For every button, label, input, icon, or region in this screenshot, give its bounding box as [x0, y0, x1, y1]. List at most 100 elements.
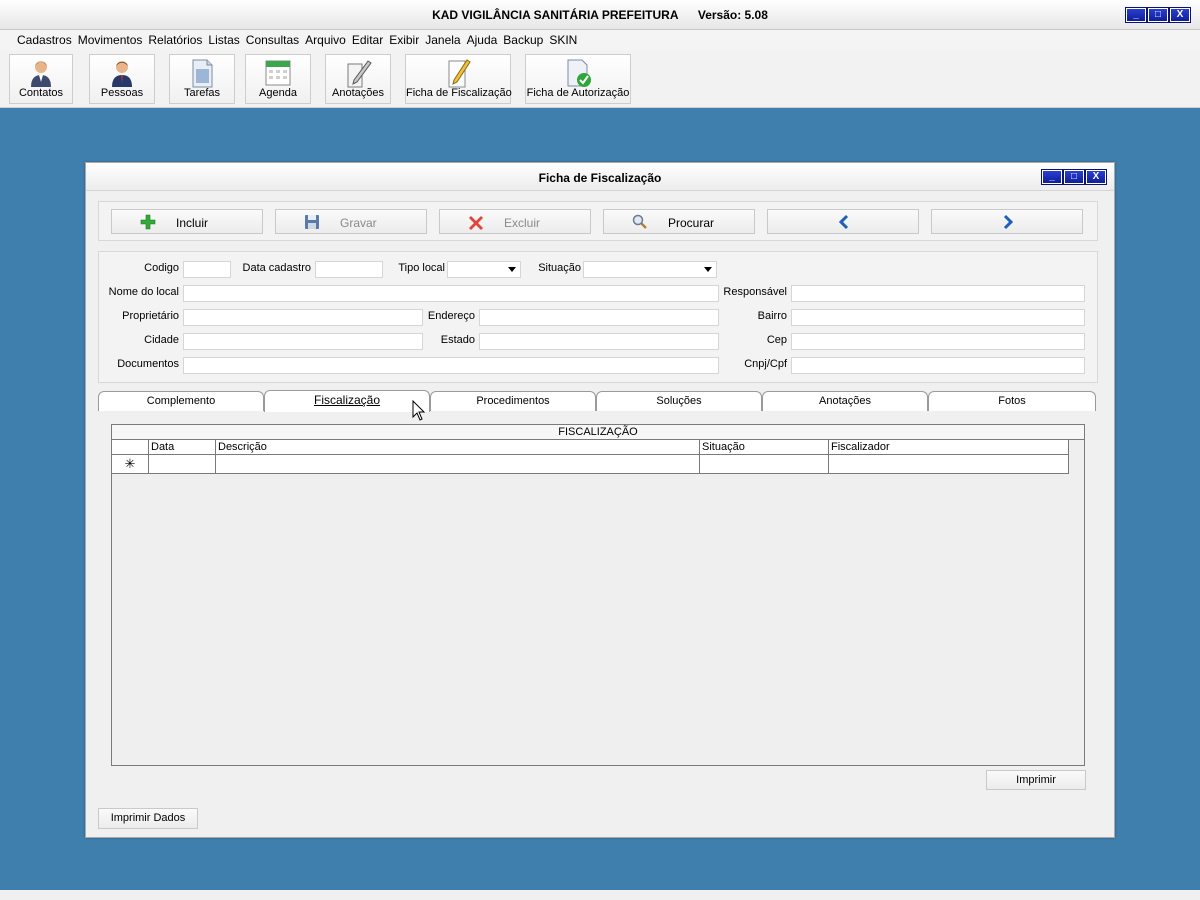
incluir-button[interactable]: Incluir [111, 209, 263, 234]
menu-movimentos[interactable]: Movimentos [75, 33, 146, 47]
fiscalizacao-grid[interactable]: FISCALIZAÇÃO Data Descrição Situação Fis… [111, 424, 1085, 766]
child-maximize-button[interactable]: □ [1063, 169, 1085, 185]
toolbar-tarefas-button[interactable]: Tarefas [169, 54, 235, 104]
authorization-form-icon [567, 59, 591, 87]
toolbar-agenda-label: Agenda [259, 87, 297, 99]
app-window-controls: _ □ X [1125, 7, 1191, 23]
grid-header-situacao[interactable]: Situação [700, 440, 829, 455]
previous-record-button[interactable] [767, 209, 919, 234]
cnpj-cpf-label: Cnpj/Cpf [744, 358, 787, 370]
app-version: Versão: 5.08 [697, 8, 768, 22]
menu-cadastros[interactable]: Cadastros [14, 33, 75, 47]
tab-fotos[interactable]: Fotos [928, 391, 1096, 411]
app-maximize-button[interactable]: □ [1147, 7, 1169, 23]
documentos-field[interactable] [183, 357, 719, 374]
child-minimize-button[interactable]: _ [1041, 169, 1063, 185]
menu-ajuda[interactable]: Ajuda [464, 33, 501, 47]
menu-skin[interactable]: SKIN [546, 33, 580, 47]
toolbar-anotacoes-button[interactable]: Anotações [325, 54, 391, 104]
cidade-label: Cidade [144, 334, 179, 346]
cep-label: Cep [766, 334, 787, 346]
grid-header-descricao[interactable]: Descrição [216, 440, 700, 455]
excluir-label: Excluir [504, 216, 541, 230]
endereco-field[interactable] [479, 309, 719, 326]
grid-header-fiscalizador[interactable]: Fiscalizador [829, 440, 1069, 455]
toolbar-contatos-button[interactable]: Contatos [9, 54, 73, 104]
toolbar-ficha-fiscalizacao-button[interactable]: Ficha de Fiscalização [405, 54, 512, 104]
dropdown-arrow-icon[interactable] [506, 264, 518, 275]
new-row-marker: ✳ [112, 455, 149, 474]
new-row-descricao-cell[interactable] [216, 455, 700, 474]
child-window-controls: _ □ X [1041, 169, 1107, 185]
menu-janela[interactable]: Janela [422, 33, 463, 47]
status-strip [0, 890, 1200, 900]
tab-procedimentos[interactable]: Procedimentos [430, 391, 596, 411]
grid-caption: FISCALIZAÇÃO [112, 425, 1084, 440]
procurar-button[interactable]: Procurar [603, 209, 755, 234]
menu-editar[interactable]: Editar [349, 33, 386, 47]
nome-local-field[interactable] [183, 285, 719, 302]
toolbar-pessoas-label: Pessoas [100, 87, 144, 99]
app-close-button[interactable]: X [1169, 7, 1191, 23]
chevron-left-icon [838, 214, 849, 230]
tab-complemento[interactable]: Complemento [98, 391, 264, 411]
menu-arquivo[interactable]: Arquivo [302, 33, 349, 47]
next-record-button[interactable] [931, 209, 1083, 234]
toolbar-agenda-button[interactable]: Agenda [245, 54, 311, 104]
gravar-button[interactable]: Gravar [275, 209, 427, 234]
tipo-local-select[interactable] [447, 261, 521, 278]
menu-consultas[interactable]: Consultas [243, 33, 302, 47]
fiscalizacao-tab-panel: FISCALIZAÇÃO Data Descrição Situação Fis… [98, 412, 1098, 797]
procurar-label: Procurar [668, 216, 715, 230]
bairro-label: Bairro [757, 310, 787, 322]
new-row-fiscalizador-cell[interactable] [829, 455, 1069, 474]
calendar-icon [265, 60, 291, 86]
new-row-data-cell[interactable] [149, 455, 216, 474]
notes-pencil-icon [347, 60, 372, 88]
ficha-fiscalizacao-window: Ficha de Fiscalização _ □ X Incluir Grav… [85, 162, 1115, 838]
data-cadastro-field[interactable] [315, 261, 383, 278]
chevron-right-icon [1003, 214, 1014, 230]
excluir-button[interactable]: Excluir [439, 209, 591, 234]
app-minimize-button[interactable]: _ [1125, 7, 1147, 23]
nome-local-label: Nome do local [108, 286, 179, 298]
app-titlebar: KAD VIGILÂNCIA SANITÁRIA PREFEITURA Vers… [0, 0, 1200, 30]
app-title: KAD VIGILÂNCIA SANITÁRIA PREFEITURA Vers… [0, 8, 1200, 22]
cep-field[interactable] [791, 333, 1085, 350]
tab-fiscalizacao[interactable]: Fiscalização [264, 390, 430, 412]
new-row-situacao-cell[interactable] [700, 455, 829, 474]
menu-backup[interactable]: Backup [500, 33, 546, 47]
codigo-field[interactable] [183, 261, 231, 278]
tab-solucoes[interactable]: Soluções [596, 391, 762, 411]
menu-bar: Cadastros Movimentos Relatórios Listas C… [0, 30, 1200, 50]
documentos-label: Documentos [117, 358, 179, 370]
menu-listas[interactable]: Listas [205, 33, 242, 47]
record-form: Codigo Data cadastro Tipo local Situação… [98, 251, 1098, 383]
tipo-local-label: Tipo local [398, 262, 445, 274]
grid-header-data[interactable]: Data [149, 440, 216, 455]
imprimir-dados-button[interactable]: Imprimir Dados [98, 808, 198, 829]
proprietario-field[interactable] [183, 309, 423, 326]
child-titlebar: Ficha de Fiscalização _ □ X [86, 163, 1114, 191]
responsavel-field[interactable] [791, 285, 1085, 302]
menu-exibir[interactable]: Exibir [386, 33, 422, 47]
tab-strip: Complemento Fiscalização Procedimentos S… [98, 390, 1098, 413]
cnpj-cpf-field[interactable] [791, 357, 1085, 374]
imprimir-button[interactable]: Imprimir [986, 770, 1086, 790]
action-panel: Incluir Gravar Excluir Procurar [98, 201, 1098, 241]
bairro-field[interactable] [791, 309, 1085, 326]
toolbar-pessoas-button[interactable]: Pessoas [89, 54, 155, 104]
estado-field[interactable] [479, 333, 719, 350]
estado-label: Estado [440, 334, 475, 346]
toolbar-ficha-autorizacao-button[interactable]: Ficha de Autorização [525, 54, 631, 104]
tab-anotacoes[interactable]: Anotações [762, 391, 928, 411]
cidade-field[interactable] [183, 333, 423, 350]
situacao-select[interactable] [583, 261, 717, 278]
incluir-label: Incluir [176, 216, 209, 230]
menu-relatorios[interactable]: Relatórios [145, 33, 205, 47]
dropdown-arrow-icon[interactable] [702, 264, 714, 275]
proprietario-label: Proprietário [122, 310, 179, 322]
child-close-button[interactable]: X [1085, 169, 1107, 185]
toolbar-anotacoes-label: Anotações [332, 87, 384, 99]
main-toolbar: Contatos Pessoas Tarefas Agenda Anotaçõe… [0, 50, 1200, 108]
